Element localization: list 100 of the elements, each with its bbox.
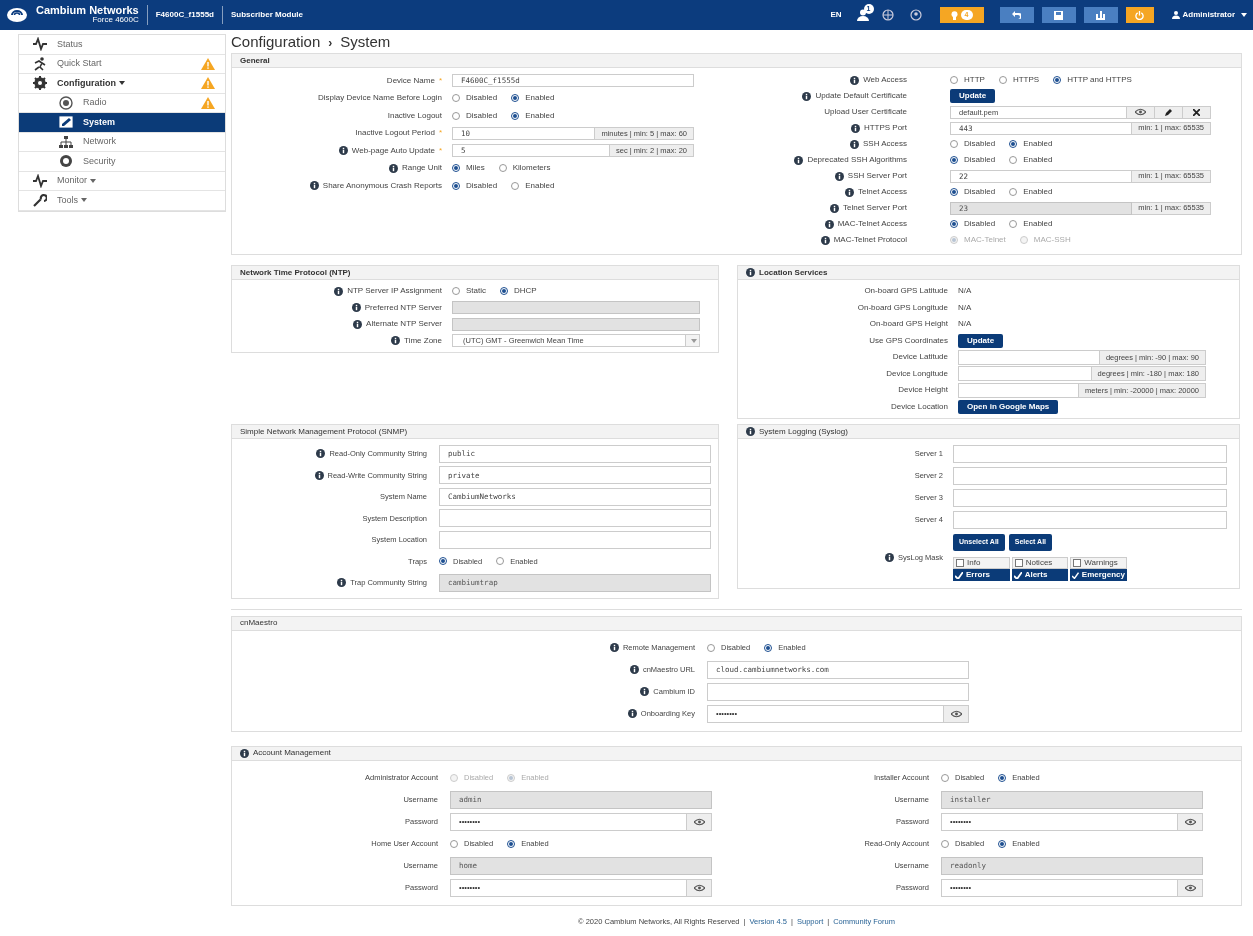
radio-button[interactable]: [998, 839, 1007, 848]
power-button[interactable]: [1125, 7, 1154, 23]
show-password-button[interactable]: [1178, 812, 1203, 831]
sidebar-item[interactable]: Security: [19, 152, 225, 172]
radio-button[interactable]: [941, 839, 949, 848]
action-button[interactable]: Open in Google Maps: [958, 399, 1059, 414]
device-model: Force 4600C: [92, 15, 139, 25]
show-password-button[interactable]: [944, 704, 969, 723]
radio-button[interactable]: [950, 156, 958, 164]
field-label: On-board GPS Height: [869, 318, 948, 331]
field-label: Device Latitude: [892, 351, 948, 364]
radio-button[interactable]: [1009, 140, 1018, 148]
text-field[interactable]: [953, 489, 1227, 507]
radio-button[interactable]: [452, 94, 460, 103]
panel-title: cnMaestro: [240, 617, 278, 629]
text-field[interactable]: [439, 530, 711, 549]
radio-button[interactable]: [511, 111, 520, 120]
breadcrumb-separator: ›: [328, 34, 333, 52]
radio-button[interactable]: [452, 181, 460, 190]
radio-button[interactable]: [1053, 76, 1062, 84]
field-label: Web-page Auto Update: [351, 144, 435, 157]
sidebar-item[interactable]: Configuration: [19, 74, 225, 94]
save-button[interactable]: [1041, 7, 1076, 23]
radio-button[interactable]: [1009, 188, 1018, 196]
show-password-button[interactable]: [1178, 878, 1203, 897]
undo-icon: [1012, 11, 1022, 19]
show-password-button[interactable]: [687, 878, 712, 897]
radio-button[interactable]: [707, 643, 715, 652]
mask-checkbox[interactable]: Errors: [953, 569, 1010, 581]
field-label: Display Device Name Before Login: [317, 92, 442, 105]
field-label: Preferred NTP Server: [364, 301, 442, 314]
settings-icon: [33, 76, 47, 91]
radio-button[interactable]: [950, 140, 958, 148]
eye-icon: [693, 817, 705, 826]
eye-icon: [950, 709, 962, 718]
sidebar-item[interactable]: Network: [19, 132, 225, 152]
radio-label: Disabled: [964, 186, 996, 198]
view-button[interactable]: [1127, 105, 1155, 119]
mask-checkbox[interactable]: Emergency: [1070, 569, 1127, 581]
radio-button[interactable]: [950, 76, 958, 84]
radio-label: HTTPS: [1012, 74, 1040, 86]
text-field[interactable]: [439, 509, 711, 528]
globe-icon[interactable]: [881, 9, 894, 21]
sidebar-item[interactable]: Status: [19, 35, 225, 55]
sidebar-item[interactable]: Tools: [19, 191, 225, 211]
mask-checkbox[interactable]: Warnings: [1070, 557, 1127, 569]
radio-button[interactable]: [450, 839, 458, 848]
mask-checkbox[interactable]: Info: [953, 557, 1010, 569]
radio-button[interactable]: [1009, 156, 1018, 164]
mask-checkbox[interactable]: Notices: [1011, 557, 1069, 569]
radio-label: HTTP: [964, 74, 985, 86]
radio-button[interactable]: [452, 111, 460, 120]
radio-button[interactable]: [950, 220, 958, 228]
sidebar-item[interactable]: Quick Start: [19, 54, 225, 74]
text-field[interactable]: [953, 467, 1227, 485]
radio-button[interactable]: [941, 773, 949, 782]
radio-button[interactable]: [511, 94, 520, 103]
sidebar-item[interactable]: Monitor: [19, 171, 225, 191]
radio-button[interactable]: [452, 164, 460, 173]
radio-button[interactable]: [511, 181, 520, 190]
radio-label: Enabled: [525, 92, 555, 105]
radio-button[interactable]: [950, 188, 958, 196]
user-icon[interactable]: [855, 9, 870, 21]
text-field[interactable]: [953, 511, 1227, 529]
action-button[interactable]: Update: [950, 89, 996, 103]
radio-button[interactable]: [452, 287, 460, 296]
caret-icon: [81, 198, 87, 203]
radio-button[interactable]: [500, 287, 508, 296]
radio-label: Disabled: [466, 92, 498, 105]
radio-label: Enabled: [1023, 138, 1053, 150]
clear-button[interactable]: [1183, 105, 1211, 119]
radio-button[interactable]: [998, 773, 1007, 782]
user-menu[interactable]: Administrator: [1171, 9, 1247, 21]
field-label: NTP Server IP Assignment: [347, 285, 442, 298]
radio-button[interactable]: [764, 643, 773, 652]
radio-button[interactable]: [496, 557, 505, 566]
radio-button[interactable]: [998, 76, 1007, 84]
required-mark: *: [438, 144, 442, 157]
radio-button[interactable]: [439, 557, 447, 566]
radio-label: Kilometers: [512, 162, 551, 175]
show-password-button[interactable]: [687, 812, 712, 831]
text-field[interactable]: [958, 382, 1080, 398]
undo-button[interactable]: [999, 7, 1034, 23]
text-field[interactable]: [958, 349, 1100, 365]
location-icon[interactable]: [909, 9, 922, 21]
edit-button[interactable]: [1155, 105, 1183, 119]
text-field[interactable]: [958, 366, 1092, 382]
mask-checkbox[interactable]: Alerts: [1011, 569, 1069, 581]
panel-title: Location Services: [759, 266, 828, 279]
sidebar-item[interactable]: System: [19, 113, 225, 133]
required-mark: *: [438, 127, 442, 140]
field-label: Device Height: [898, 384, 948, 397]
field-label: Device Name: [386, 74, 435, 87]
radio-button[interactable]: [507, 839, 516, 848]
action-button[interactable]: Update: [958, 333, 1004, 348]
text-field[interactable]: [953, 445, 1227, 463]
language-selector[interactable]: EN: [830, 9, 842, 21]
radio-button[interactable]: [1009, 220, 1018, 228]
radio-button[interactable]: [498, 164, 507, 173]
text-field[interactable]: [707, 682, 969, 701]
